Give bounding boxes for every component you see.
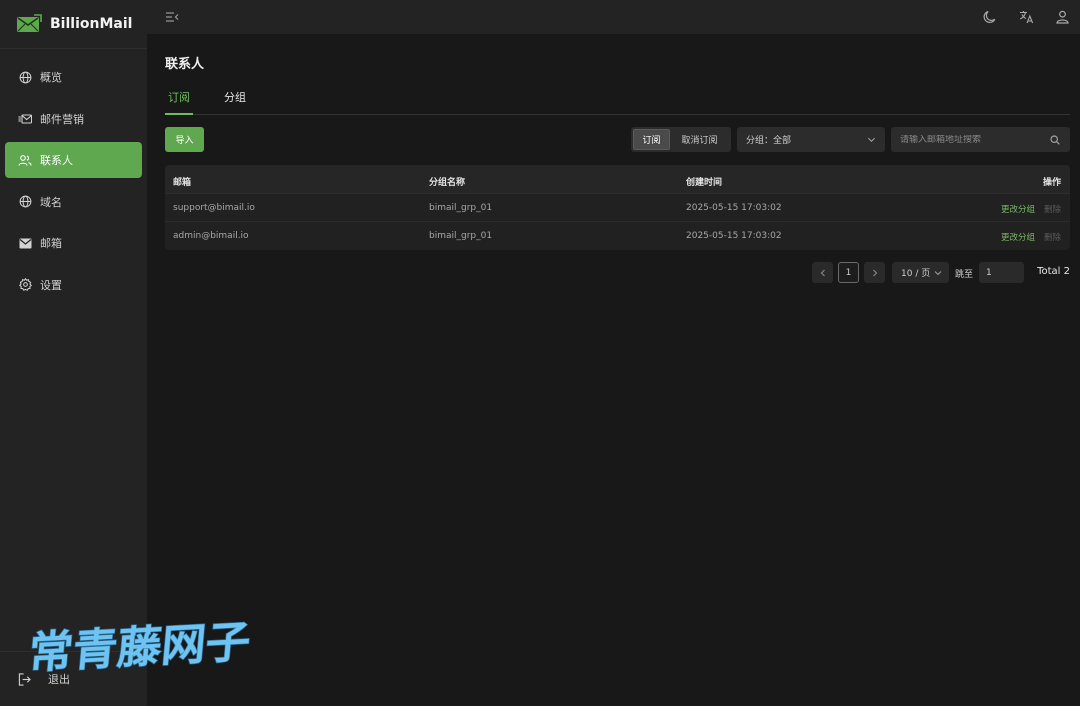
watermark-text: 常青藤网子 [27,617,253,679]
cell-created-time: 2025-05-15 17:03:02 [686,231,782,241]
translate-icon[interactable] [1018,9,1034,25]
watermark: 常青藤网子 [26,616,253,680]
table-header: 邮箱 分组名称 创建时间 操作 [165,165,1070,194]
envelope-icon [18,236,32,250]
sidebar-item-overview[interactable]: 概览 [5,59,142,95]
topbar-actions [982,9,1070,25]
row-actions: 更改分组 删除 [1001,203,1061,215]
cell-email: admin@bimail.io [173,231,249,241]
sidebar-item-label: 设置 [40,278,62,292]
header-created-time: 创建时间 [686,178,723,188]
page-size-value: 10 / 页 [901,269,931,279]
billionmail-logo-icon [17,14,42,32]
table-row: admin@bimail.io bimail_grp_01 2025-05-15… [165,222,1070,250]
collapse-menu-icon[interactable] [165,10,179,24]
brand-name: BillionMail [50,16,133,32]
group-filter-select[interactable]: 分组：全部 [737,127,885,152]
segment-subscribed[interactable]: 订阅 [633,129,670,150]
brand[interactable]: BillionMail [0,0,147,49]
gear-icon [18,278,32,292]
contacts-table: 邮箱 分组名称 创建时间 操作 support@bimail.io bimail… [165,165,1070,250]
moon-icon[interactable] [982,9,998,25]
next-page-button[interactable] [864,262,885,283]
toolbar: 导入 订阅 取消订阅 分组：全部 [165,127,1070,153]
delete-link[interactable]: 删除 [1044,231,1061,243]
page-title: 联系人 [165,57,205,72]
sidebar-item-domains[interactable]: 域名 [5,184,142,220]
prev-page-button[interactable] [812,262,833,283]
jump-to-page-input[interactable] [979,262,1024,283]
globe-icon [18,195,32,209]
sidebar: BillionMail 概览 邮件营销 联系人 域名 邮箱 设置 退出 [0,0,147,706]
page-size-select[interactable]: 10 / 页 [892,262,949,283]
import-button[interactable]: 导入 [165,127,204,152]
globe-icon [18,70,32,84]
email-search-input[interactable] [900,134,1045,145]
total-count: Total 2 [1037,266,1070,277]
cell-group-name: bimail_grp_01 [429,231,493,241]
change-group-link[interactable]: 更改分组 [1001,203,1035,215]
change-group-link[interactable]: 更改分组 [1001,231,1035,243]
tab-subscribed[interactable]: 订阅 [165,91,193,115]
chevron-down-icon [934,271,942,276]
jump-to-label: 跳至 [955,270,974,280]
search-icon[interactable] [1050,135,1060,145]
tab-groups[interactable]: 分组 [221,91,249,115]
delete-link[interactable]: 删除 [1044,203,1061,215]
cell-created-time: 2025-05-15 17:03:02 [686,203,782,213]
chevron-right-icon [872,269,877,276]
sidebar-item-label: 邮箱 [40,237,62,250]
row-actions: 更改分组 删除 [1001,231,1061,243]
sidebar-item-label: 域名 [40,195,62,209]
sidebar-item-label: 概览 [40,71,62,84]
subscription-segmented-control: 订阅 取消订阅 [631,127,731,152]
chevron-left-icon [820,269,825,276]
table-row: support@bimail.io bimail_grp_01 2025-05-… [165,194,1070,222]
sidebar-item-mailboxes[interactable]: 邮箱 [5,225,142,261]
pagination: 1 10 / 页 跳至 Total 2 [165,262,1070,284]
app-root: BillionMail 概览 邮件营销 联系人 域名 邮箱 设置 退出 联系人 … [0,0,1080,706]
users-icon [18,153,32,167]
sidebar-item-label: 邮件营销 [40,112,84,126]
header-actions: 操作 [1042,178,1061,188]
group-filter-value: 分组：全部 [746,136,792,146]
cell-email: support@bimail.io [173,203,255,213]
email-search [891,127,1070,152]
tab-bar: 订阅 分组 [165,91,1070,115]
segment-unsubscribed[interactable]: 取消订阅 [670,129,729,150]
sidebar-item-settings[interactable]: 设置 [5,267,142,303]
chevron-down-icon [867,137,876,143]
main-content: 联系人 订阅 分组 导入 订阅 取消订阅 分组：全部 请输入邮箱地址搜索 邮箱 … [165,34,1070,284]
mail-send-icon [18,112,32,126]
header-group-name: 分组名称 [429,178,466,188]
user-icon[interactable] [1054,9,1070,25]
topbar [147,0,1080,34]
sidebar-nav: 概览 邮件营销 联系人 域名 邮箱 设置 [0,49,147,303]
sidebar-item-email-marketing[interactable]: 邮件营销 [5,101,142,137]
sidebar-item-contacts[interactable]: 联系人 [5,142,142,178]
header-email: 邮箱 [173,178,192,188]
page-number-button[interactable]: 1 [838,262,859,283]
sidebar-item-label: 联系人 [40,154,73,167]
cell-group-name: bimail_grp_01 [429,203,493,213]
